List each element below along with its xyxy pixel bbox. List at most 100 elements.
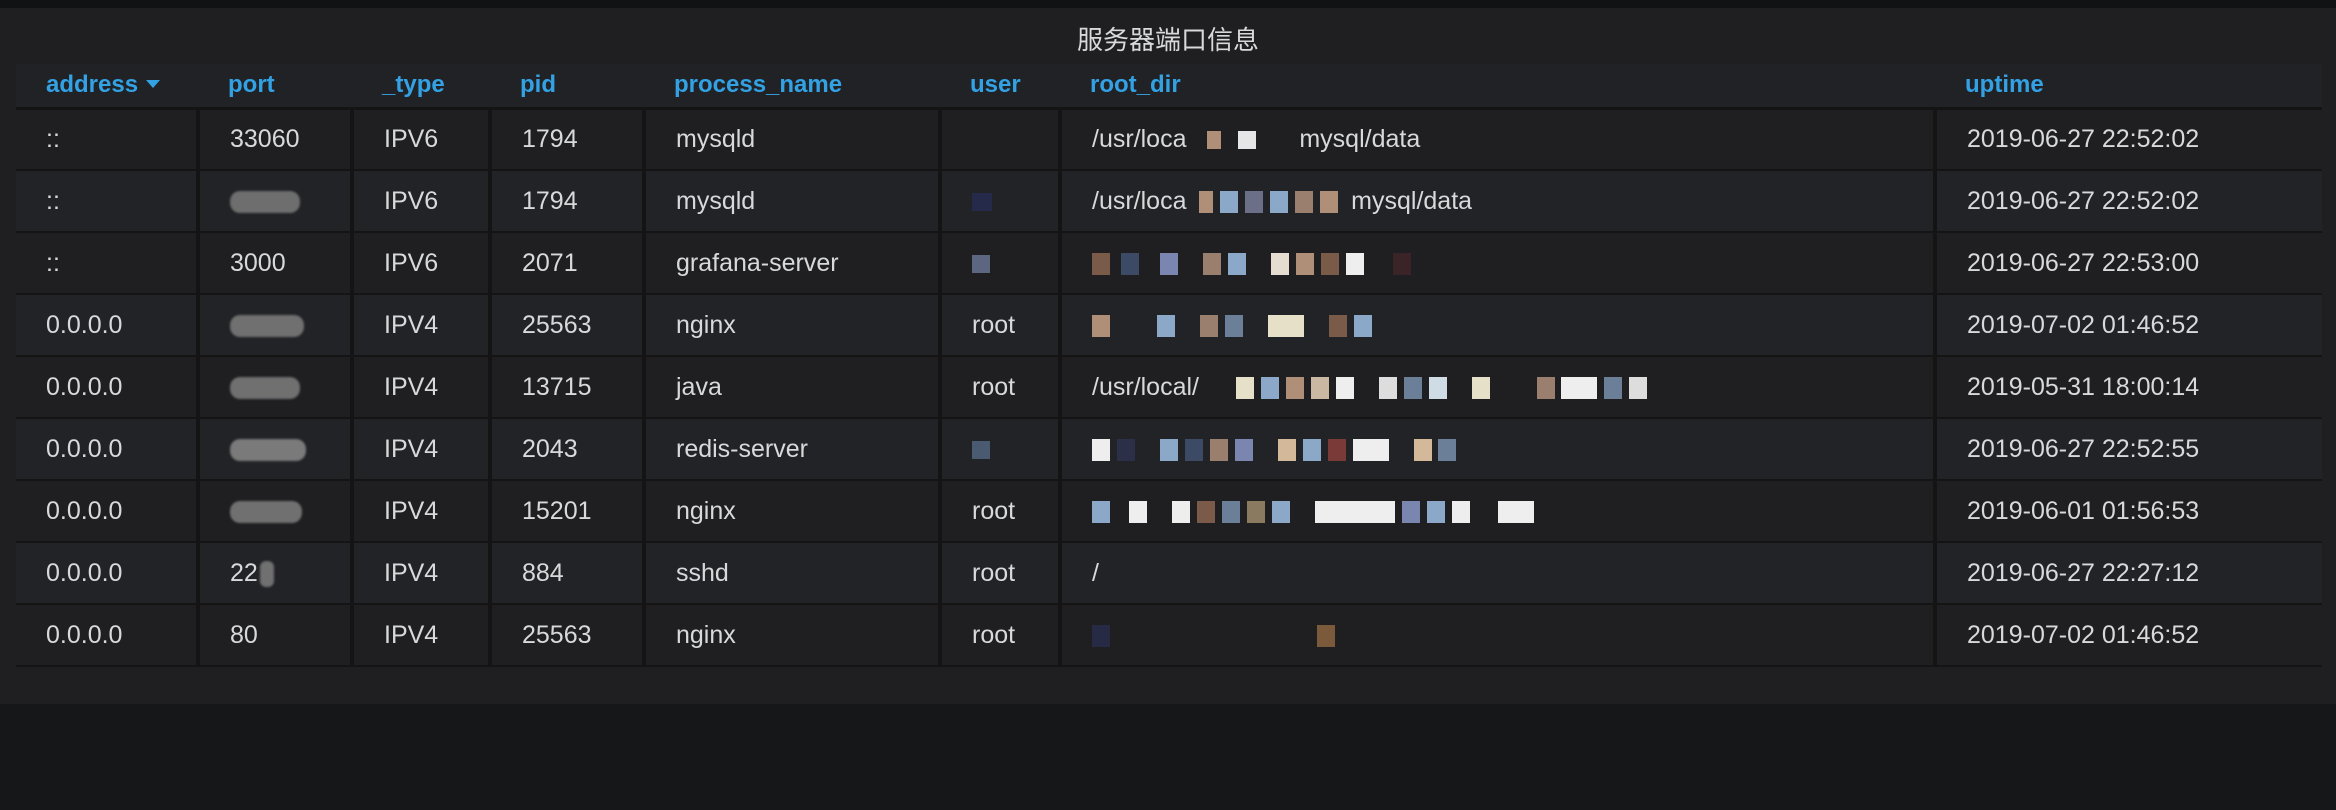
column-header-uptime[interactable]: uptime: [1935, 64, 2322, 110]
table-row: :: 33060 IPV6 1794 mysqld /usr/loca mysq…: [16, 108, 2322, 171]
column-header-process-name[interactable]: process_name: [644, 64, 940, 110]
redaction-mark: [1302, 438, 1321, 461]
redaction-mark: [1196, 500, 1215, 523]
redaction-mark: [1238, 131, 1257, 150]
cell-root-dir: /usr/local/: [1060, 356, 1937, 419]
root-dir-tail: mysql/data: [1351, 186, 1473, 215]
column-header-port[interactable]: port: [198, 64, 352, 110]
redaction-mark: [1092, 252, 1110, 275]
cell-pid: 25563: [490, 604, 646, 667]
redaction-mark: [1271, 500, 1290, 523]
cell-address: 0.0.0.0: [16, 418, 200, 481]
redaction-mark: [1426, 500, 1445, 523]
cell-type: IPV6: [352, 232, 492, 295]
column-header-address[interactable]: address: [16, 64, 198, 110]
redaction-mark: [1092, 500, 1110, 523]
cell-port: 80: [198, 604, 354, 667]
cell-type: IPV6: [352, 108, 492, 171]
redaction-mark: [1285, 376, 1304, 399]
redaction-mark: [1438, 438, 1457, 461]
cell-user: root: [940, 356, 1062, 419]
redaction-mark: [972, 192, 992, 211]
redaction-mark: [1316, 624, 1335, 647]
column-header-pid[interactable]: pid: [490, 64, 644, 110]
redaction-mark: [1270, 252, 1289, 275]
redaction-mark: [1352, 438, 1389, 461]
table-row: :: IPV6 1794 mysqld /usr/loca mysql/data…: [16, 170, 2322, 233]
redaction-mark: [1234, 438, 1253, 461]
redaction-mark: [1561, 376, 1598, 399]
cell-root-dir: /usr/loca mysql/data: [1060, 108, 1937, 171]
cell-port: [198, 170, 354, 233]
root-dir-tail: mysql/data: [1299, 124, 1421, 153]
redaction-mark: [1270, 190, 1289, 213]
redaction-mark: [1403, 376, 1422, 399]
root-dir-text: /usr/loca: [1092, 124, 1187, 153]
redaction-mark: [1199, 314, 1218, 337]
redaction-mark: [1171, 500, 1190, 523]
cell-uptime: 2019-06-27 22:52:02: [1935, 170, 2322, 233]
cell-process-name: mysqld: [644, 170, 942, 233]
redaction-mark: [1092, 624, 1110, 647]
redacted-port: [230, 376, 300, 399]
table-row: 0.0.0.0 IPV4 2043 redis-server 2019-06-2…: [16, 418, 2322, 481]
redaction-mark: [1327, 438, 1346, 461]
redaction-mark: [1604, 376, 1623, 399]
cell-address: 0.0.0.0: [16, 356, 200, 419]
redaction-mark: [1120, 252, 1139, 275]
redaction-mark: [1202, 252, 1221, 275]
redaction-mark: [1092, 314, 1110, 337]
cell-port: [198, 356, 354, 419]
redaction-mark: [1295, 190, 1314, 213]
cell-process-name: redis-server: [644, 418, 942, 481]
redaction-mark: [1401, 500, 1420, 523]
column-header-type[interactable]: _type: [352, 64, 490, 110]
root-dir-text: /usr/local/: [1092, 372, 1199, 401]
ports-table: address port _type pid process_name user…: [16, 64, 2322, 667]
cell-address: ::: [16, 232, 200, 295]
table-row: 0.0.0.0 80 IPV4 25563 nginx root 2019-07…: [16, 604, 2322, 667]
cell-pid: 1794: [490, 108, 646, 171]
redaction-mark: [1116, 438, 1135, 461]
table-row: :: 3000 IPV6 2071 grafana-server 2019-06…: [16, 232, 2322, 295]
redaction-mark: [1413, 438, 1432, 461]
redaction-mark: [1277, 438, 1296, 461]
cell-pid: 2043: [490, 418, 646, 481]
column-header-user[interactable]: user: [940, 64, 1060, 110]
cell-user: root: [940, 480, 1062, 543]
redaction-mark: [1220, 190, 1239, 213]
cell-uptime: 2019-06-27 22:52:55: [1935, 418, 2322, 481]
redacted-port: [230, 190, 300, 213]
redaction-mark: [1128, 500, 1147, 523]
redaction-mark: [1345, 252, 1364, 275]
table-container: address port _type pid process_name user…: [16, 64, 2322, 667]
cell-type: IPV4: [352, 294, 492, 357]
cell-pid: 884: [490, 542, 646, 605]
redaction-mark: [972, 254, 990, 273]
cell-type: IPV4: [352, 356, 492, 419]
cell-port: [198, 480, 354, 543]
cell-uptime: 2019-06-27 22:52:02: [1935, 108, 2322, 171]
redaction-mark: [1310, 376, 1329, 399]
redaction-mark: [1221, 500, 1240, 523]
cell-type: IPV6: [352, 170, 492, 233]
cell-process-name: nginx: [644, 480, 942, 543]
redaction-mark: [1184, 438, 1203, 461]
cell-address: 0.0.0.0: [16, 294, 200, 357]
redaction-mark: [1295, 252, 1314, 275]
cell-address: ::: [16, 108, 200, 171]
table-row: 0.0.0.0 IPV4 13715 java root /usr/local/: [16, 356, 2322, 419]
cell-type: IPV4: [352, 418, 492, 481]
cell-user: root: [940, 604, 1062, 667]
cell-root-dir: /usr/loca mysql/data: [1060, 170, 1937, 233]
cell-root-dir: /: [1060, 542, 1937, 605]
redaction-mark: [1235, 376, 1254, 399]
table-row: 0.0.0.0 IPV4 25563 nginx root 2019-07-02…: [16, 294, 2322, 357]
redaction-mark: [972, 440, 990, 459]
cell-address: 0.0.0.0: [16, 480, 200, 543]
cell-process-name: nginx: [644, 294, 942, 357]
cell-port: [198, 294, 354, 357]
redaction-mark: [1392, 252, 1411, 275]
redaction-mark: [1428, 376, 1447, 399]
column-header-root-dir[interactable]: root_dir: [1060, 64, 1935, 110]
